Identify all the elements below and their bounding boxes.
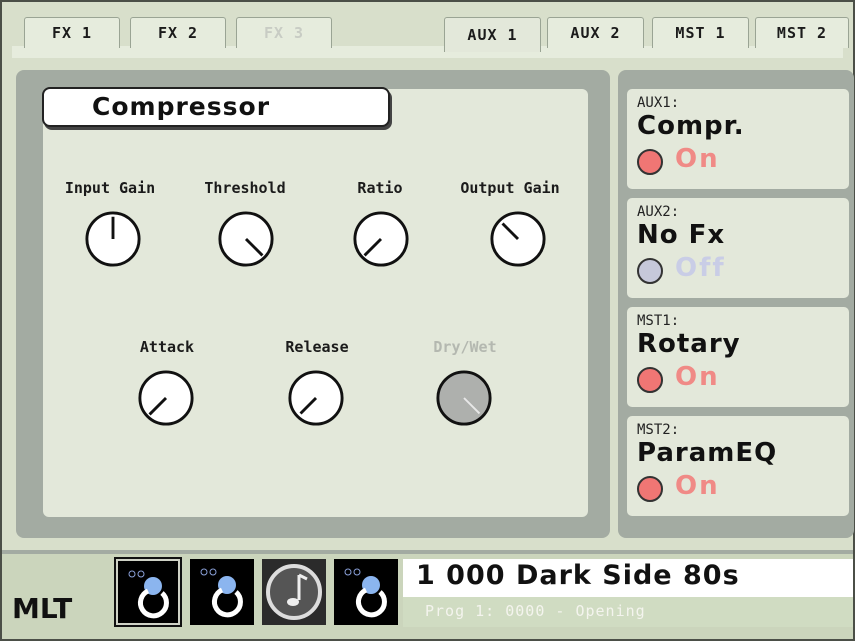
slot-mst2[interactable]: MST2: ParamEQ On bbox=[627, 416, 849, 516]
knob-label-dry-wet: Dry/Wet bbox=[433, 338, 497, 356]
slot-aux1[interactable]: AUX1: Compr. On bbox=[627, 89, 849, 189]
slot-effect-name: No Fx bbox=[637, 220, 726, 250]
tab-mst1[interactable]: MST 1 bbox=[652, 17, 749, 48]
patch-name: 1 000 Dark Side 80s bbox=[416, 560, 740, 591]
effects-editor: FX 1 FX 2 FX 3 AUX 1 AUX 2 MST 1 MST 2 C… bbox=[0, 0, 855, 641]
slot-state: On bbox=[675, 144, 720, 174]
knob-label-threshold: Threshold bbox=[204, 179, 286, 197]
tab-fx1[interactable]: FX 1 bbox=[24, 17, 120, 48]
slot-effect-name: Compr. bbox=[637, 111, 745, 141]
slot-mst1[interactable]: MST1: Rotary On bbox=[627, 307, 849, 407]
tab-aux1[interactable]: AUX 1 bbox=[444, 17, 541, 52]
tab-label: MST 2 bbox=[776, 24, 828, 42]
knob-label-attack: Attack bbox=[139, 338, 195, 356]
input-gain-knob[interactable] bbox=[84, 210, 142, 268]
effect-title[interactable]: Compressor bbox=[42, 87, 390, 127]
output-port-icon[interactable] bbox=[334, 559, 398, 625]
slot-effect-name: ParamEQ bbox=[637, 438, 778, 468]
slot-label: MST2: bbox=[637, 422, 680, 438]
knob-label-output-gain: Output Gain bbox=[460, 179, 560, 197]
tab-mst2[interactable]: MST 2 bbox=[755, 17, 849, 48]
tab-aux2[interactable]: AUX 2 bbox=[547, 17, 644, 48]
slot-label: MST1: bbox=[637, 313, 680, 329]
dry-wet-knob[interactable] bbox=[435, 369, 493, 427]
output-port-icon[interactable] bbox=[190, 559, 254, 625]
knob-label-release: Release bbox=[285, 338, 349, 356]
tab-label: AUX 2 bbox=[570, 24, 621, 42]
knob-label-ratio: Ratio bbox=[357, 179, 403, 197]
slot-state: Off bbox=[675, 253, 726, 283]
status-led-icon[interactable] bbox=[637, 367, 663, 393]
slot-label: AUX2: bbox=[637, 204, 680, 220]
output-gain-knob[interactable] bbox=[489, 210, 547, 268]
logo: MLT bbox=[12, 592, 73, 625]
note-icon[interactable] bbox=[262, 559, 326, 625]
tab-fx3[interactable]: FX 3 bbox=[236, 17, 332, 48]
output-port-icon[interactable] bbox=[116, 559, 180, 625]
status-led-icon[interactable] bbox=[637, 476, 663, 502]
slot-label: AUX1: bbox=[637, 95, 680, 111]
effect-panel bbox=[43, 89, 588, 517]
divider bbox=[2, 550, 853, 554]
patch-subtitle: Prog 1: 0000 - Opening bbox=[425, 602, 646, 620]
slot-effect-name: Rotary bbox=[637, 329, 741, 359]
knob-label-input-gain: Input Gain bbox=[64, 179, 156, 197]
tab-label: AUX 1 bbox=[467, 26, 518, 44]
slot-state: On bbox=[675, 471, 720, 501]
attack-knob[interactable] bbox=[137, 369, 195, 427]
release-knob[interactable] bbox=[287, 369, 345, 427]
status-led-icon[interactable] bbox=[637, 258, 663, 284]
tab-label: FX 2 bbox=[157, 24, 199, 42]
slot-aux2[interactable]: AUX2: No Fx Off bbox=[627, 198, 849, 298]
threshold-knob[interactable] bbox=[217, 210, 275, 268]
status-led-icon[interactable] bbox=[637, 149, 663, 175]
slot-state: On bbox=[675, 362, 720, 392]
tab-label: MST 1 bbox=[675, 24, 726, 42]
tab-fx2[interactable]: FX 2 bbox=[130, 17, 226, 48]
tab-label: FX 1 bbox=[51, 24, 93, 42]
ratio-knob[interactable] bbox=[352, 210, 410, 268]
tab-label: FX 3 bbox=[263, 24, 305, 42]
